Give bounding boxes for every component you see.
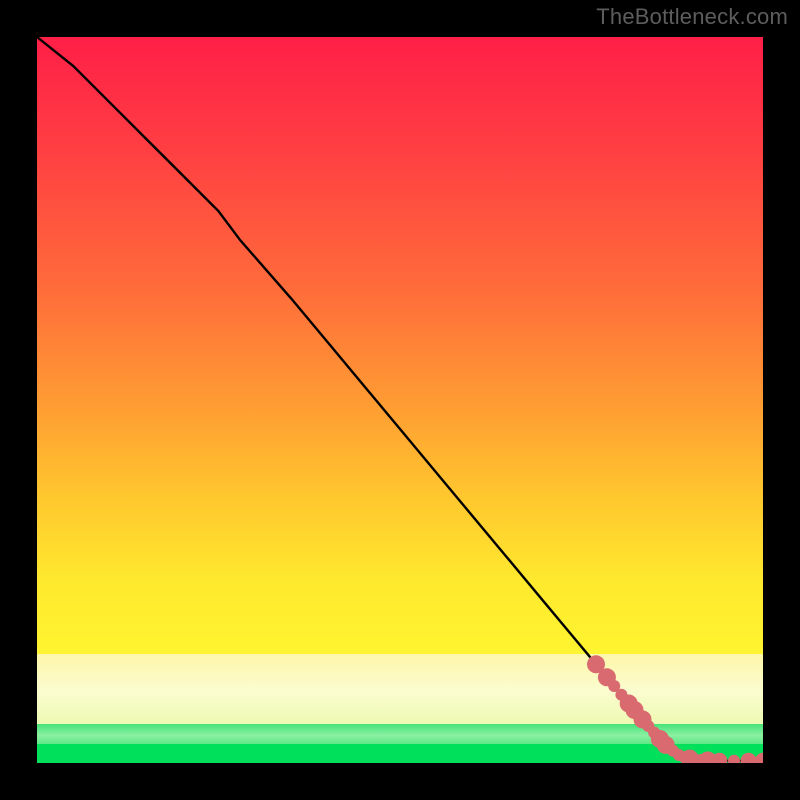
chart-frame: TheBottleneck.com xyxy=(0,0,800,800)
chart-overlay xyxy=(37,37,763,763)
data-point xyxy=(755,753,763,763)
watermark-text: TheBottleneck.com xyxy=(596,4,788,30)
data-point xyxy=(728,755,740,763)
scatter-points xyxy=(587,655,763,763)
curve-line xyxy=(37,37,763,761)
plot-area xyxy=(37,37,763,763)
data-point xyxy=(741,753,757,763)
